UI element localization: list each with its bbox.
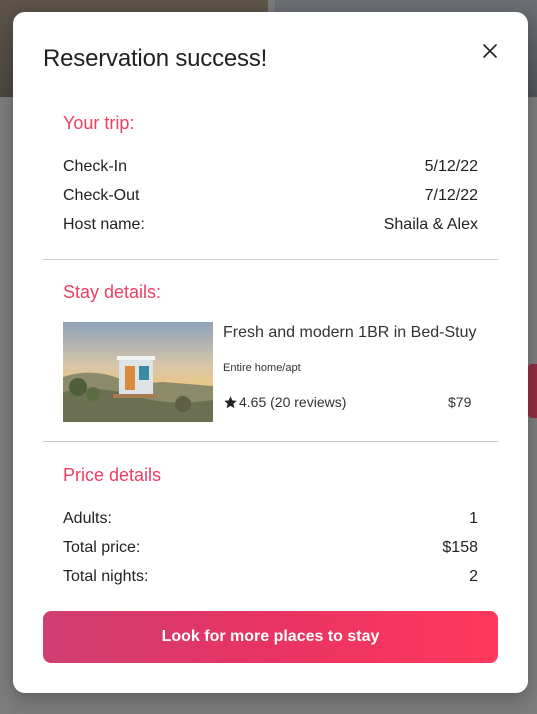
row-label: Host name: bbox=[63, 216, 145, 233]
row-value: Shaila & Alex bbox=[383, 216, 478, 233]
row-value: 5/12/22 bbox=[424, 158, 478, 175]
row-label: Check-Out bbox=[63, 187, 140, 204]
listing-photo[interactable] bbox=[63, 322, 213, 422]
row-value: 7/12/22 bbox=[424, 187, 478, 204]
row-value: $158 bbox=[442, 539, 478, 556]
rating-text: 4.65 (20 reviews) bbox=[239, 394, 347, 410]
background-reserve-button bbox=[528, 364, 537, 418]
row-label: Total nights: bbox=[63, 568, 149, 585]
trip-row-check-in: Check-In 5/12/22 bbox=[63, 158, 478, 176]
close-icon bbox=[483, 44, 497, 58]
trip-heading: Your trip: bbox=[63, 113, 135, 133]
row-value: 1 bbox=[469, 510, 478, 527]
price-row-total-nights: Total nights: 2 bbox=[63, 568, 478, 586]
listing-photo-image bbox=[63, 322, 213, 422]
listing-title[interactable]: Fresh and modern 1BR in Bed-Stuy bbox=[223, 324, 476, 342]
reservation-success-modal: Reservation success! Your trip: Check-In… bbox=[13, 12, 528, 693]
modal-title: Reservation success! bbox=[43, 45, 268, 72]
row-label: Total price: bbox=[63, 539, 141, 556]
price-heading: Price details bbox=[63, 465, 162, 485]
trip-row-check-out: Check-Out 7/12/22 bbox=[63, 187, 478, 205]
price-row-total-price: Total price: $158 bbox=[63, 539, 478, 557]
price-row-adults: Adults: 1 bbox=[63, 510, 478, 528]
row-label: Check-In bbox=[63, 158, 128, 175]
stay-heading: Stay details: bbox=[63, 282, 162, 302]
close-button[interactable] bbox=[479, 40, 501, 62]
row-label: Adults: bbox=[63, 510, 112, 527]
section-divider bbox=[43, 259, 498, 260]
listing-price: $79 bbox=[448, 394, 472, 410]
star-icon bbox=[224, 395, 237, 408]
background-page-left bbox=[0, 97, 14, 714]
look-for-more-places-button[interactable]: Look for more places to stay bbox=[43, 611, 498, 663]
listing-rating: 4.65 (20 reviews) bbox=[223, 394, 346, 410]
section-divider bbox=[43, 441, 498, 442]
listing-type: Entire home/apt bbox=[223, 362, 301, 374]
row-value: 2 bbox=[469, 568, 478, 585]
trip-row-host: Host name: Shaila & Alex bbox=[63, 216, 478, 234]
